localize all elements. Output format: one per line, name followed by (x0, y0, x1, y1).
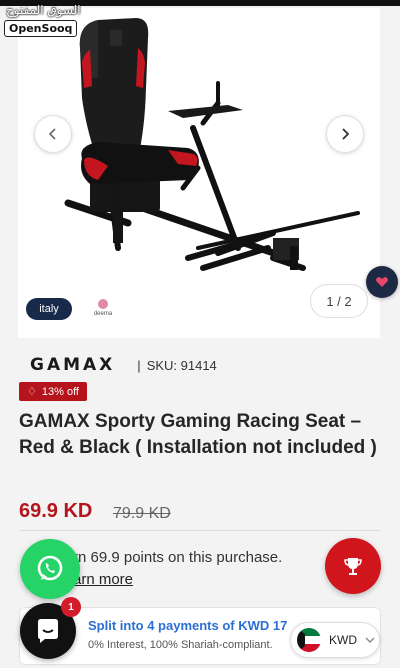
deema-logo-mark (98, 299, 108, 309)
image-counter: 1 / 2 (310, 284, 368, 318)
learn-more-link[interactable]: arn more (73, 571, 133, 588)
whatsapp-icon (37, 555, 63, 581)
reward-points-text: rn 69.9 points on this purchase. (73, 549, 283, 566)
brand-row: GAMAX | SKU: 91414 (30, 354, 217, 376)
currency-selector[interactable]: KWD (290, 622, 380, 658)
brand-separator: | (137, 357, 141, 373)
wishlist-button[interactable] (366, 266, 398, 298)
whatsapp-button[interactable] (20, 539, 80, 599)
sku-label: SKU: 91414 (146, 357, 217, 373)
current-price: 69.9 KD (19, 500, 93, 522)
trophy-icon (344, 558, 362, 575)
chat-icon (38, 619, 58, 643)
deema-logo-text: deema (93, 311, 113, 317)
previous-image-button[interactable] (34, 115, 72, 153)
rewards-button[interactable] (325, 538, 381, 594)
chat-unread-badge: 1 (61, 597, 81, 617)
divider (19, 530, 381, 531)
product-title: GAMAX Sporty Gaming Racing Seat – Red & … (19, 411, 377, 458)
deema-logo: deema (88, 299, 118, 323)
discount-label: 13% off (41, 385, 79, 398)
tag-icon: ♢ (27, 386, 37, 398)
chevron-right-icon (342, 128, 350, 140)
heart-icon (376, 277, 388, 287)
installments-subtitle: 0% Interest, 100% Shariah-compliant. (88, 639, 273, 651)
product-gallery[interactable]: italy deema 1 / 2 (18, 8, 380, 338)
original-price: 79.9 KD (113, 505, 171, 522)
watermark-logo: OpenSooq (4, 20, 78, 37)
currency-label: KWD (329, 633, 357, 647)
italy-badge: italy (26, 298, 72, 320)
brand-logo[interactable]: GAMAX (30, 355, 115, 375)
chevron-left-icon (48, 128, 56, 140)
watermark-arabic: السوق المفتوح (6, 3, 81, 17)
installments-title: Split into 4 payments of KWD 17 (88, 618, 288, 633)
kuwait-flag-icon (297, 628, 321, 652)
discount-badge: ♢ 13% off (19, 382, 87, 401)
next-image-button[interactable] (326, 115, 364, 153)
chevron-down-icon (365, 637, 375, 643)
